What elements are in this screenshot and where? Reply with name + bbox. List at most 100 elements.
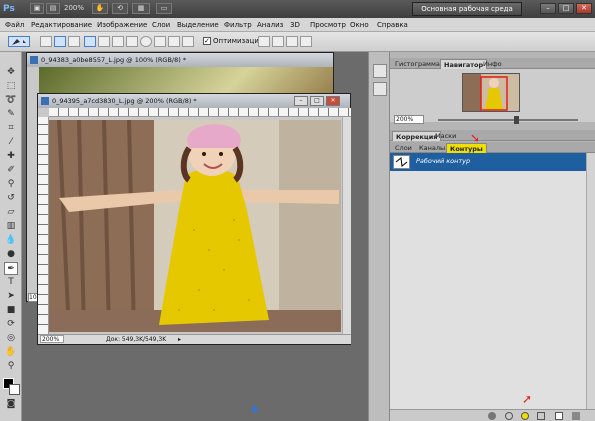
tab-layers[interactable]: Слои bbox=[392, 143, 415, 153]
path-list-item[interactable]: Рабочий контур bbox=[390, 153, 586, 171]
menu-filter[interactable]: Фильтр bbox=[224, 20, 252, 30]
delete-path-icon[interactable] bbox=[572, 412, 580, 420]
rotate-view-button[interactable]: ⟲ bbox=[112, 3, 128, 14]
status-menu-arrow-icon[interactable]: ▸ bbox=[178, 335, 181, 344]
adjustments-tab-strip: Коррекция Маски bbox=[390, 130, 595, 141]
close-button[interactable]: ✕ bbox=[576, 3, 592, 14]
doc-maximize-button[interactable]: □ bbox=[310, 96, 324, 106]
bridge-button[interactable]: ▣ bbox=[30, 3, 44, 14]
menu-select[interactable]: Выделение bbox=[177, 20, 219, 30]
tab-channels[interactable]: Каналы bbox=[416, 143, 448, 153]
lasso-tool-icon[interactable]: ➰ bbox=[4, 94, 18, 107]
history-brush-tool-icon[interactable]: ↺ bbox=[4, 192, 18, 205]
menu-edit[interactable]: Редактирование bbox=[31, 20, 92, 30]
tab-histogram[interactable]: Гистограмма bbox=[392, 59, 443, 69]
navigator-zoom-slider-thumb[interactable] bbox=[514, 116, 519, 124]
document-title-back[interactable]: 0_94383_a0be8557_L.jpg @ 100% (RGB/8) * bbox=[27, 53, 333, 67]
healing-brush-tool-icon[interactable]: ✚ bbox=[4, 150, 18, 163]
polygon-shape-icon[interactable] bbox=[154, 36, 166, 47]
eraser-tool-icon[interactable]: ▱ bbox=[4, 206, 18, 219]
intersect-paths-icon[interactable] bbox=[286, 36, 298, 47]
subtract-paths-icon[interactable] bbox=[272, 36, 284, 47]
new-path-icon[interactable] bbox=[555, 412, 563, 420]
rectangle-shape-icon[interactable] bbox=[112, 36, 124, 47]
document-title-front[interactable]: 0_94395_a7cd3830_L.jpg @ 200% (RGB/8) * … bbox=[38, 94, 350, 108]
line-shape-icon[interactable] bbox=[168, 36, 180, 47]
load-path-as-selection-icon[interactable] bbox=[521, 412, 529, 420]
menu-analysis[interactable]: Анализ bbox=[257, 20, 283, 30]
minimize-button[interactable]: – bbox=[540, 3, 556, 14]
photo-canvas[interactable] bbox=[49, 120, 341, 332]
blur-tool-icon[interactable]: 💧 bbox=[4, 234, 18, 247]
path-thumbnail-icon bbox=[395, 157, 408, 167]
doc-close-button[interactable]: ✕ bbox=[326, 96, 340, 106]
dodge-tool-icon[interactable]: ● bbox=[4, 248, 18, 261]
auto-add-delete-label: Оптимизация bbox=[213, 37, 264, 45]
3d-orbit-tool-icon[interactable]: ◎ bbox=[4, 332, 18, 345]
pen-tool-icon[interactable]: ✒ bbox=[4, 262, 18, 275]
auto-add-delete-checkbox[interactable]: ✓ bbox=[203, 37, 211, 45]
zoom-tool-icon[interactable]: ⚲ bbox=[4, 360, 18, 373]
path-selection-tool-icon[interactable]: ➤ bbox=[4, 290, 18, 303]
navigator-zoom-slider[interactable] bbox=[438, 119, 578, 121]
workspace-switcher[interactable]: Основная рабочая среда bbox=[412, 2, 522, 16]
hand-tool-icon[interactable]: ✋ bbox=[4, 346, 18, 359]
quick-select-tool-icon[interactable]: ✎ bbox=[4, 108, 18, 121]
document-size-info: Док: 549,3K/549,3K bbox=[106, 336, 167, 343]
navigator-zoom-field[interactable]: 200% bbox=[394, 115, 424, 124]
make-work-path-icon[interactable] bbox=[537, 412, 545, 420]
custom-shape-icon[interactable] bbox=[182, 36, 194, 47]
gradient-tool-icon[interactable]: ▥ bbox=[4, 220, 18, 233]
hand-tool-button[interactable]: ✋ bbox=[92, 3, 108, 14]
maximize-button[interactable]: □ bbox=[558, 3, 574, 14]
options-bar: ✓ Оптимизация bbox=[0, 32, 595, 52]
menu-window[interactable]: Окно bbox=[350, 20, 369, 30]
pen-tool-option-icon[interactable] bbox=[84, 36, 96, 47]
screen-mode-button[interactable]: ▭ bbox=[156, 3, 172, 14]
clone-stamp-tool-icon[interactable]: ⚲ bbox=[4, 178, 18, 191]
doc-minimize-button[interactable]: – bbox=[294, 96, 308, 106]
background-color-swatch[interactable] bbox=[9, 384, 20, 395]
tab-masks[interactable]: Маски bbox=[432, 131, 459, 141]
stroke-path-icon[interactable] bbox=[505, 412, 513, 420]
arrange-documents-button[interactable]: ▦ bbox=[132, 3, 150, 14]
rectangle-tool-icon[interactable]: ■ bbox=[4, 304, 18, 317]
paths-scrollbar[interactable] bbox=[586, 153, 595, 409]
mini-bridge-button[interactable]: ▤ bbox=[46, 3, 60, 14]
navigator-thumbnail[interactable] bbox=[462, 73, 520, 112]
freeform-pen-option-icon[interactable] bbox=[98, 36, 110, 47]
menu-help[interactable]: Справка bbox=[377, 20, 408, 30]
quick-mask-icon[interactable]: ◙ bbox=[4, 398, 18, 411]
horizontal-ruler[interactable] bbox=[49, 108, 351, 117]
combine-paths-icon[interactable] bbox=[258, 36, 270, 47]
menu-image[interactable]: Изображение bbox=[97, 20, 147, 30]
panels-column: Гистограмма Навигатор Инфо 200% Коррекци… bbox=[390, 52, 595, 421]
3d-rotate-tool-icon[interactable]: ⟳ bbox=[4, 318, 18, 331]
move-tool-icon[interactable]: ✥ bbox=[4, 66, 18, 79]
brush-tool-icon[interactable]: ✐ bbox=[4, 164, 18, 177]
actions-panel-icon[interactable] bbox=[373, 82, 387, 96]
tab-info[interactable]: Инфо bbox=[480, 59, 505, 69]
fill-pixels-button[interactable] bbox=[68, 36, 80, 47]
eyedropper-tool-icon[interactable]: ⁄ bbox=[4, 136, 18, 149]
rounded-rectangle-shape-icon[interactable] bbox=[126, 36, 138, 47]
marquee-tool-icon[interactable]: ⬚ bbox=[4, 80, 18, 93]
menu-3d[interactable]: 3D bbox=[290, 20, 300, 30]
type-tool-icon[interactable]: T bbox=[4, 276, 18, 289]
exclude-paths-icon[interactable] bbox=[300, 36, 312, 47]
pen-tool-preset-picker[interactable] bbox=[8, 36, 30, 47]
crop-tool-icon[interactable]: ⌗ bbox=[4, 122, 18, 135]
ellipse-shape-icon[interactable] bbox=[140, 36, 152, 47]
vertical-scrollbar[interactable] bbox=[342, 117, 351, 334]
status-zoom-field[interactable]: 200% bbox=[40, 335, 64, 343]
menu-file[interactable]: Файл bbox=[5, 20, 24, 30]
menu-view[interactable]: Просмотр bbox=[310, 20, 346, 30]
paths-mode-button[interactable] bbox=[54, 36, 66, 47]
fill-path-icon[interactable] bbox=[488, 412, 496, 420]
vertical-ruler[interactable] bbox=[38, 117, 49, 334]
history-panel-icon[interactable] bbox=[373, 64, 387, 78]
zoom-level-display[interactable]: 200% bbox=[64, 3, 84, 14]
tab-paths[interactable]: Контуры bbox=[446, 143, 487, 153]
shape-layers-button[interactable] bbox=[40, 36, 52, 47]
menu-layers[interactable]: Слои bbox=[152, 20, 170, 30]
